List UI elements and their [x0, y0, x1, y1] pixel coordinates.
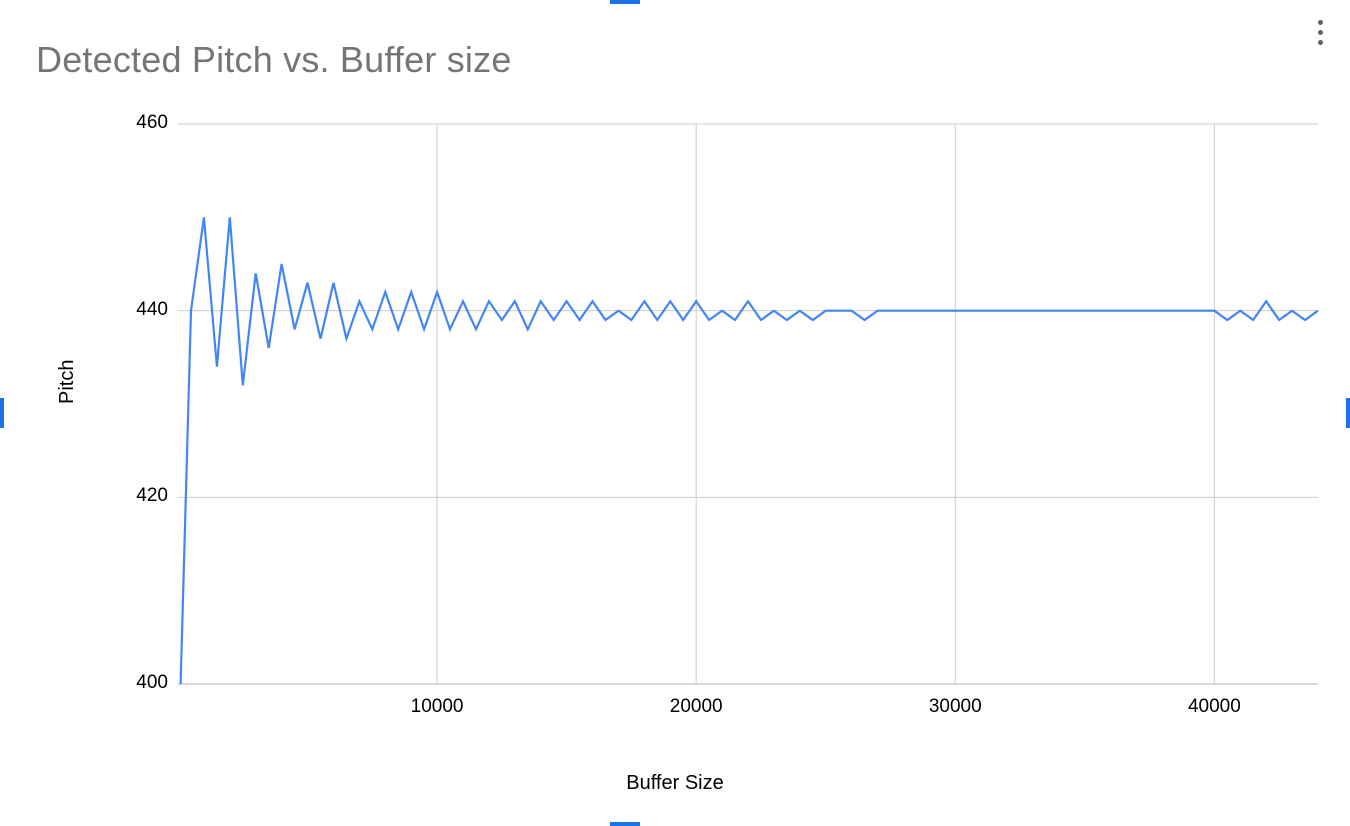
plot-svg	[178, 124, 1318, 684]
chart-card[interactable]: Detected Pitch vs. Buffer size Pitch Buf…	[6, 4, 1344, 822]
chart-title: Detected Pitch vs. Buffer size	[36, 39, 512, 81]
x-tick-label: 10000	[397, 696, 477, 718]
kebab-dot-icon	[1318, 30, 1323, 35]
y-tick-label: 440	[108, 299, 168, 321]
y-tick-label: 460	[108, 112, 168, 134]
x-tick-label: 40000	[1174, 696, 1254, 718]
y-axis-label: Pitch	[56, 360, 79, 404]
selection-handle-bottom[interactable]	[610, 822, 640, 826]
series-line	[181, 217, 1318, 684]
x-tick-label: 30000	[915, 696, 995, 718]
x-tick-label: 20000	[656, 696, 736, 718]
y-tick-label: 400	[108, 672, 168, 694]
selection-handle-left[interactable]	[0, 398, 4, 428]
plot-area	[178, 124, 1318, 684]
kebab-dot-icon	[1318, 20, 1323, 25]
kebab-dot-icon	[1318, 40, 1323, 45]
y-tick-label: 420	[108, 485, 168, 507]
chart-menu-button[interactable]	[1308, 14, 1332, 50]
selection-handle-right[interactable]	[1346, 398, 1350, 428]
x-axis-label: Buffer Size	[6, 772, 1344, 795]
